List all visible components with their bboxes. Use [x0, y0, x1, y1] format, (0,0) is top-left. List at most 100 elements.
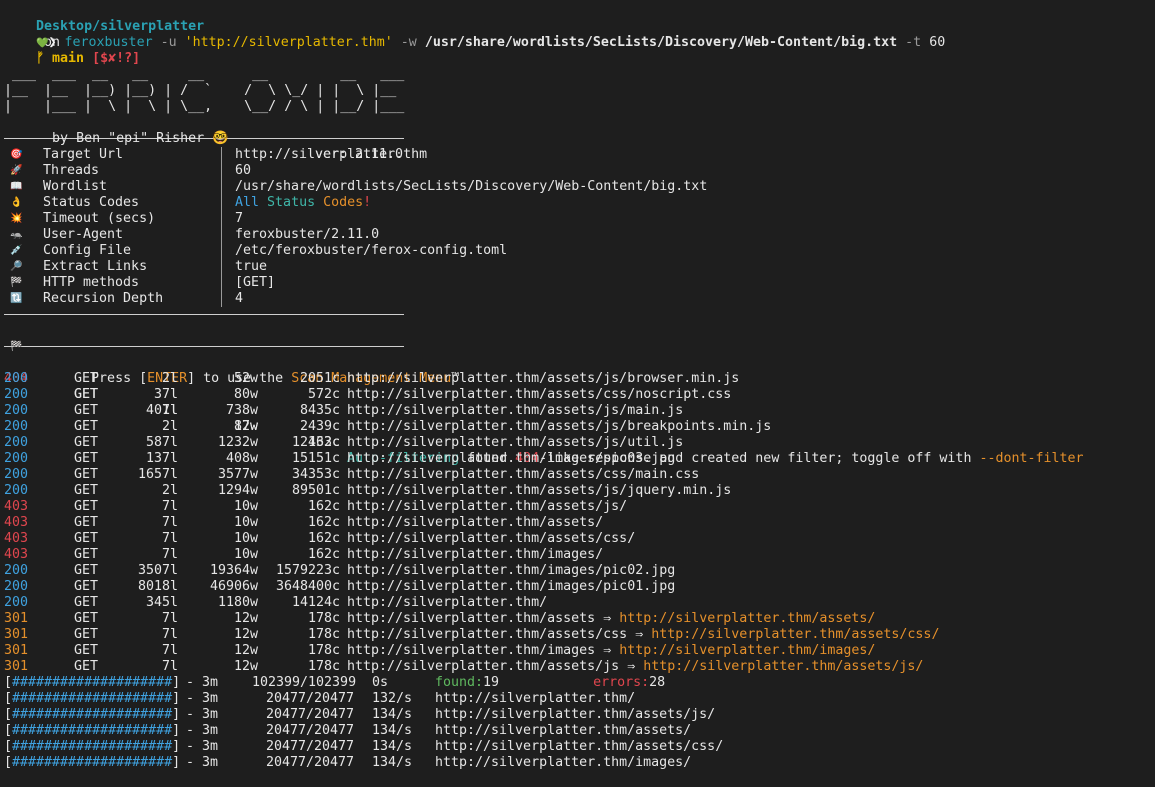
result-url[interactable]: http://silverplatter.thm/assets/css/main… [347, 467, 699, 482]
prompt-arrow-icon: ❯ [48, 35, 57, 50]
http-method: GET [74, 643, 99, 658]
result-url[interactable]: http://silverplatter.thm/assets [347, 611, 595, 626]
word-count: 1294w [217, 483, 258, 498]
banner-art-line: | |___ | \ | \ | \__, \__/ / \ | |__/ |_… [4, 99, 405, 114]
table-row: 301 GET 7l 12w 178c http://silverplatter.thm/… [4, 627, 1155, 643]
result-url[interactable]: http://silverplatter.thm/assets/js/util.… [347, 435, 683, 450]
git-branch-name: main [52, 51, 85, 66]
result-url[interactable]: http://silverplatter.thm/images/pic02.jp… [347, 563, 675, 578]
table-row: 301 GET 7l 12w 178c http://silverplatter.thm/… [4, 659, 1155, 675]
result-url[interactable]: http://silverplatter.thm/images/ [347, 547, 603, 562]
result-url[interactable]: http://silverplatter.thm/assets/js/break… [347, 419, 771, 434]
result-url[interactable]: http://silverplatter.thm/assets/css/nosc… [347, 387, 731, 402]
progress-row: [####################] - 3m 20477/20477 134… [4, 739, 1155, 755]
result-url[interactable]: http://silverplatter.thm/ [347, 595, 547, 610]
config-value: All Status Codes! [235, 195, 371, 211]
badger-icon: 🦡 [10, 229, 23, 240]
line-count: 7l [161, 531, 178, 546]
request-count: 20477/20477 [265, 739, 354, 754]
result-url[interactable]: http://silverplatter.thm/assets/js/jquer… [347, 483, 731, 498]
progress-row: [####################] - 3m 20477/20477 134… [4, 755, 1155, 771]
result-url[interactable]: http://silverplatter.thm/images [347, 643, 595, 658]
word-count: 80w [233, 387, 258, 402]
config-value: /etc/feroxbuster/ferox-config.toml [235, 243, 508, 258]
redirect-url[interactable]: http://silverplatter.thm/assets/js/ [643, 659, 923, 674]
git-branch-icon: ᚠ [36, 51, 45, 66]
progress-row: [####################] - 3m 20477/20477 134… [4, 707, 1155, 723]
char-count: 2439c [299, 419, 340, 434]
redirect-arrow-icon: ⇒ [603, 611, 612, 626]
word-count: 408w [225, 451, 258, 466]
config-key: Wordlist [43, 179, 108, 194]
command-flag-t: -t [905, 35, 922, 50]
word-count: 1232w [217, 435, 258, 450]
auto-filter-row: 404 GET 7l 12w 162c Auto-filtering found… [4, 355, 1155, 466]
http-method: GET [74, 611, 99, 626]
char-count: 162c [307, 499, 340, 514]
result-url-cell: http://silverplatter.thm/assets/js/jquer… [347, 483, 731, 499]
config-row: 💥 Timeout (secs) 7 [4, 211, 1155, 227]
table-row: 403 GET 7l 10w 162c http://silverplatter.thm/… [4, 531, 1155, 547]
progress-url[interactable]: http://silverplatter.thm/assets/js/ [435, 707, 715, 722]
result-url-cell: http://silverplatter.thm/assets/js ⇒ htt… [347, 659, 923, 675]
elapsed-time: - 3m [186, 707, 219, 722]
config-row: 💉 Config File/etc/feroxbuster/ferox-confi… [4, 243, 1155, 259]
config-row: 👌 Status Codes All Status Codes! [4, 195, 1155, 211]
status-code: 200 [4, 387, 29, 402]
progress-url[interactable]: http://silverplatter.thm/assets/ [435, 723, 691, 738]
recursion-icon: 🔃 [10, 293, 23, 304]
result-url[interactable]: http://silverplatter.thm/images/pic01.jp… [347, 579, 675, 594]
progress-detail: http://silverplatter.thm/images/ [435, 755, 691, 771]
progress-url[interactable]: http://silverplatter.thm/ [435, 691, 635, 706]
line-count: 7l [161, 659, 178, 674]
progress-url[interactable]: http://silverplatter.thm/images/ [435, 755, 691, 770]
progress-detail: http://silverplatter.thm/assets/ [435, 723, 691, 739]
request-rate: 134/s [372, 739, 413, 754]
line-count: 401l [145, 403, 178, 418]
heart-icon: 💚 [36, 38, 49, 49]
char-count: 178c [307, 643, 340, 658]
progress-row: [####################] - 3m 20477/20477 132… [4, 691, 1155, 707]
result-url[interactable]: http://silverplatter.thm/assets/css/ [347, 531, 635, 546]
result-url[interactable]: http://silverplatter.thm/images/pic03.jp… [347, 451, 675, 466]
char-count: 34353c [291, 467, 340, 482]
line-count: 7l [161, 611, 178, 626]
http-method: GET [74, 435, 99, 450]
progress-bar: [####################] [4, 691, 181, 706]
result-url-cell: http://silverplatter.thm/assets/js/break… [347, 419, 771, 435]
http-method: GET [74, 515, 99, 530]
progress-url[interactable]: http://silverplatter.thm/assets/css/ [435, 739, 723, 754]
config-value: true [235, 259, 268, 274]
table-row: 200 GET 2l 1294w 89501c http://silverplatter.… [4, 483, 1155, 499]
redirect-url[interactable]: http://silverplatter.thm/images/ [619, 643, 875, 658]
terminal[interactable]: Desktop/silverplatter on ᚠ main [$✘!?] 💚… [4, 3, 1155, 771]
config-key: Status Codes [43, 195, 140, 210]
result-url-cell: http://silverplatter.thm/assets/css/ [347, 531, 635, 547]
line-count: 7l [161, 515, 178, 530]
config-separator [221, 227, 222, 243]
result-url-cell: http://silverplatter.thm/images ⇒ http:/… [347, 643, 875, 659]
progress-bar: [####################] [4, 707, 181, 722]
status-code: 200 [4, 483, 29, 498]
status-code: 301 [4, 659, 29, 674]
result-url[interactable]: http://silverplatter.thm/assets/css [347, 627, 627, 642]
line-count: 7l [161, 643, 178, 658]
config-row: 📖 Wordlist/usr/share/wordlists/SecLists/D… [4, 179, 1155, 195]
redirect-url[interactable]: http://silverplatter.thm/assets/css/ [651, 627, 939, 642]
redirect-url[interactable]: http://silverplatter.thm/assets/ [619, 611, 875, 626]
config-value: feroxbuster/2.11.0 [235, 227, 380, 242]
request-count: 20477/20477 [265, 691, 354, 706]
command-wordlist: /usr/share/wordlists/SecLists/Discovery/… [424, 35, 898, 50]
found-count: 19 [483, 675, 500, 690]
http-method: GET [74, 595, 99, 610]
result-url[interactable]: http://silverplatter.thm/assets/js/main.… [347, 403, 683, 418]
config-value: [GET] [235, 275, 276, 290]
http-method: GET [74, 419, 99, 434]
config-key: Recursion Depth [43, 291, 164, 306]
status-code: 200 [4, 579, 29, 594]
result-url[interactable]: http://silverplatter.thm/assets/js/ [347, 499, 627, 514]
config-separator [221, 259, 222, 275]
result-url[interactable]: http://silverplatter.thm/assets/js [347, 659, 619, 674]
result-url[interactable]: http://silverplatter.thm/assets/js/brows… [347, 371, 739, 386]
result-url[interactable]: http://silverplatter.thm/assets/ [347, 515, 603, 530]
